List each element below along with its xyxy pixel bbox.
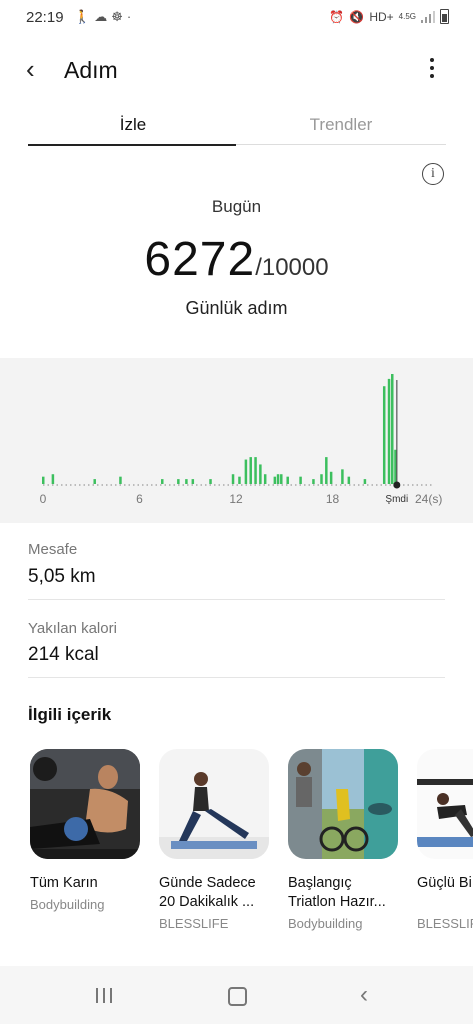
- back-icon[interactable]: ‹: [26, 56, 35, 82]
- card-subtitle: Bodybuilding: [288, 916, 363, 931]
- chart-svg: 0 6 12 18 24(s) Şmdi: [40, 374, 442, 506]
- x-tick-label: 0: [40, 492, 47, 506]
- chart-bar: [244, 459, 248, 484]
- content-card[interactable]: Başlangıç Triatlon Hazır... Bodybuilding: [288, 749, 400, 931]
- card-title: Günde Sadece 20 Dakikalık ...: [159, 875, 256, 910]
- x-tick-label: 24(s): [415, 492, 442, 506]
- card-thumbnail: [417, 749, 473, 859]
- chart-bar: [238, 476, 241, 484]
- metrics-section: Mesafe 5,05 km Yakılan kalori 214 kcal İ…: [0, 523, 473, 966]
- battery-icon: [440, 9, 449, 24]
- steps-header: ‹ Adım İzle Trendler i Bugün 6272/10000 …: [0, 34, 473, 358]
- chart-bar: [312, 479, 315, 484]
- now-label: Şmdi: [385, 494, 408, 505]
- tab-izle[interactable]: İzle: [28, 115, 238, 135]
- hourly-steps-chart[interactable]: 0 6 12 18 24(s) Şmdi: [0, 358, 473, 523]
- page-title: Adım: [64, 57, 118, 83]
- cloud-icon: ☁: [94, 9, 112, 24]
- dot-icon: ·: [126, 9, 136, 24]
- system-nav-bar: ‹: [0, 966, 473, 1024]
- mute-icon: 🔇: [349, 9, 365, 24]
- status-right-icons: ⏰ 🔇 HD+ 4.5G: [329, 9, 449, 24]
- tab-indicator: [28, 144, 236, 146]
- recent-apps-icon[interactable]: [96, 988, 112, 1003]
- card-title: Başlangıç Triatlon Hazır...: [288, 875, 386, 910]
- meditation-icon: ☸: [111, 9, 127, 24]
- daily-steps-caption: Günlük adım: [185, 298, 288, 318]
- content-card[interactable]: Günde Sadece 20 Dakikalık ... BLESSLIFE: [159, 749, 271, 931]
- chart-bar: [161, 479, 164, 484]
- divider: [28, 599, 445, 600]
- chart-bar: [177, 479, 180, 484]
- chart-bar: [299, 476, 302, 484]
- home-icon[interactable]: [228, 987, 247, 1006]
- status-time: 22:19: [26, 9, 64, 26]
- network-type: 4.5G: [398, 11, 416, 21]
- distance-value: 5,05 km: [28, 566, 96, 587]
- chart-bar: [263, 474, 267, 484]
- chart-bar: [382, 386, 386, 484]
- chart-bar: [286, 476, 289, 484]
- chart-bar: [42, 476, 45, 484]
- related-content-heading: İlgili içerik: [28, 705, 112, 724]
- signal-icon: [421, 10, 435, 23]
- chart-bar: [347, 476, 351, 484]
- network-label: HD+: [369, 9, 394, 24]
- card-thumbnail: [159, 749, 269, 859]
- x-tick-label: 18: [326, 492, 340, 506]
- chart-bar: [320, 474, 323, 484]
- chart-bar: [231, 474, 235, 484]
- period-label: Bugün: [211, 197, 262, 216]
- status-bar: 22:19 🚶☁☸· ⏰ 🔇 HD+ 4.5G: [0, 0, 473, 34]
- calories-value: 214 kcal: [28, 644, 99, 665]
- info-icon[interactable]: i: [422, 163, 444, 185]
- chart-bar: [51, 474, 55, 484]
- x-tick-label: 6: [136, 492, 143, 506]
- card-thumbnail: [30, 749, 140, 859]
- more-options-icon[interactable]: [427, 58, 437, 78]
- nav-back-icon[interactable]: ‹: [360, 981, 368, 1009]
- related-content-carousel[interactable]: Tüm Karın Bodybuilding Günde Sadece 20 D…: [28, 749, 473, 949]
- chart-bar: [259, 464, 262, 484]
- tab-trendler[interactable]: Trendler: [236, 115, 446, 135]
- card-subtitle: BLESSLIFE: [417, 916, 473, 931]
- walk-icon: 🚶: [74, 9, 95, 24]
- chart-bar: [254, 457, 257, 484]
- x-tick-label: 12: [229, 492, 243, 506]
- calories-label: Yakılan kalori: [28, 620, 117, 637]
- chart-bar: [341, 469, 344, 484]
- chart-bar: [191, 479, 195, 484]
- chart-bar: [325, 457, 328, 484]
- chart-bar: [185, 479, 188, 484]
- step-goal: /10000: [255, 254, 329, 281]
- distance-label: Mesafe: [28, 541, 78, 558]
- content-card[interactable]: Tüm Karın Bodybuilding: [30, 749, 142, 912]
- now-indicator-dot: [393, 481, 401, 489]
- divider: [28, 677, 445, 678]
- content-card[interactable]: Güçlü Bi Vücuda BLESSLIFE: [417, 749, 473, 931]
- step-count: 6272/10000: [0, 232, 473, 287]
- card-title: Tüm Karın: [30, 875, 98, 891]
- chart-bar: [273, 476, 277, 484]
- chart-bar: [119, 476, 122, 484]
- chart-bar: [93, 479, 96, 484]
- card-title: Güçlü Bi Vücuda: [417, 875, 473, 891]
- chart-bar: [363, 479, 367, 484]
- chart-bar: [276, 474, 280, 484]
- chart-bar: [329, 471, 333, 484]
- card-thumbnail: [288, 749, 398, 859]
- chart-bar: [391, 374, 394, 484]
- card-subtitle: Bodybuilding: [30, 897, 105, 912]
- alarm-icon: ⏰: [329, 9, 345, 24]
- chart-bar: [249, 457, 252, 484]
- tab-divider: [236, 144, 446, 145]
- chart-bar: [209, 479, 212, 484]
- step-count-value: 6272: [144, 233, 256, 286]
- chart-bar: [387, 378, 391, 484]
- status-notification-icons: 🚶☁☸·: [74, 9, 135, 25]
- card-subtitle: BLESSLIFE: [159, 916, 229, 931]
- chart-bar: [280, 474, 283, 484]
